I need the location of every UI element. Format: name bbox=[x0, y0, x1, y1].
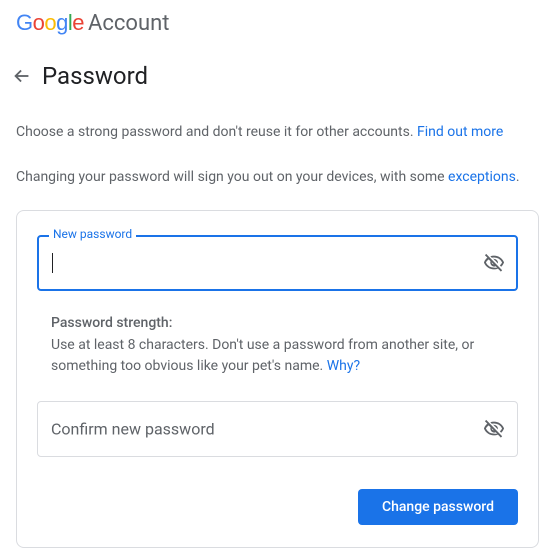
password-strength-title: Password strength: bbox=[51, 315, 504, 331]
password-strength-desc: Use at least 8 characters. Don't use a p… bbox=[51, 335, 504, 377]
signout-suffix: . bbox=[516, 169, 520, 185]
confirm-password-field: Confirm new password bbox=[37, 401, 518, 457]
page-title: Password bbox=[42, 62, 148, 90]
confirm-password-input[interactable] bbox=[37, 401, 518, 457]
new-password-label: New password bbox=[49, 227, 136, 241]
text-caret bbox=[52, 253, 53, 273]
intro-paragraph: Choose a strong password and don't reuse… bbox=[16, 122, 539, 143]
intro-text: Choose a strong password and don't reuse… bbox=[16, 124, 417, 140]
password-card: New password Password strength: Use at l… bbox=[16, 210, 539, 548]
find-out-more-link[interactable]: Find out more bbox=[417, 124, 503, 140]
change-password-button[interactable]: Change password bbox=[358, 489, 518, 525]
toggle-confirm-password-visibility[interactable] bbox=[480, 415, 508, 443]
back-button[interactable] bbox=[10, 64, 34, 88]
password-strength-block: Password strength: Use at least 8 charac… bbox=[51, 315, 504, 377]
content: Choose a strong password and don't reuse… bbox=[0, 122, 555, 548]
google-logo: Google bbox=[16, 10, 84, 36]
title-row: Password bbox=[0, 46, 555, 98]
arrow-left-icon bbox=[11, 65, 33, 87]
account-label: Account bbox=[88, 11, 169, 36]
button-row: Change password bbox=[37, 489, 518, 525]
signout-paragraph: Changing your password will sign you out… bbox=[16, 167, 539, 188]
exceptions-link[interactable]: exceptions bbox=[448, 169, 516, 185]
app-header: Google Account bbox=[0, 0, 555, 46]
why-link[interactable]: Why? bbox=[327, 358, 360, 374]
signout-text: Changing your password will sign you out… bbox=[16, 169, 448, 185]
new-password-field: New password bbox=[37, 235, 518, 291]
new-password-input[interactable] bbox=[37, 235, 518, 291]
toggle-new-password-visibility[interactable] bbox=[480, 249, 508, 277]
visibility-off-icon bbox=[483, 252, 505, 274]
visibility-off-icon bbox=[483, 418, 505, 440]
